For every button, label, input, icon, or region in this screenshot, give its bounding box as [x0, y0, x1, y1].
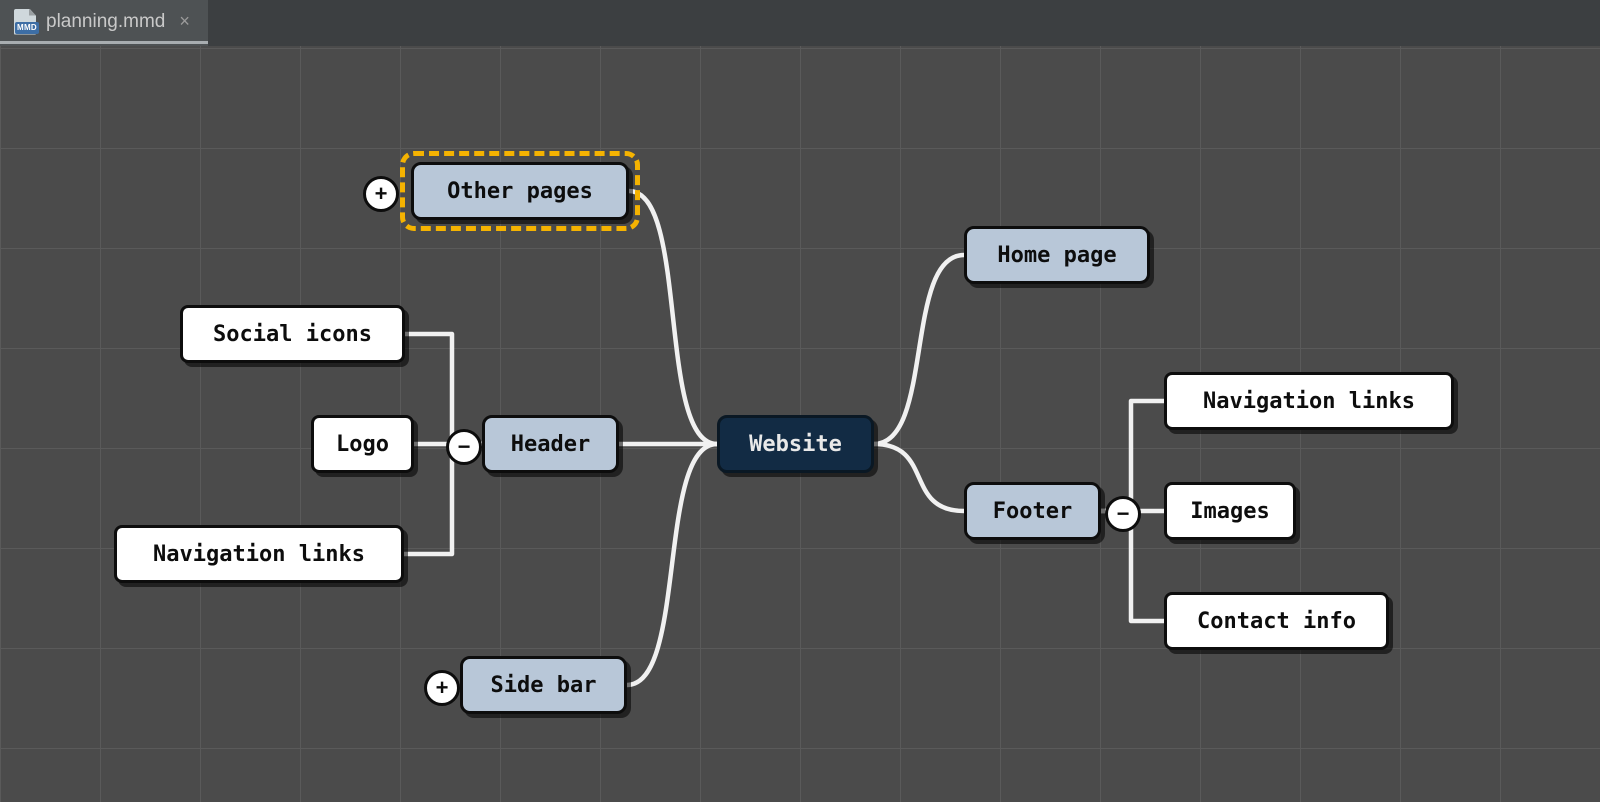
node-other-pages[interactable]: Other pages: [411, 162, 629, 220]
node-label: Footer: [993, 499, 1072, 524]
tab-bar: MMD planning.mmd ×: [0, 0, 1600, 46]
node-label: Header: [511, 432, 590, 457]
node-side-bar[interactable]: Side bar: [460, 656, 627, 714]
node-social-icons[interactable]: Social icons: [180, 305, 405, 363]
collapse-icon[interactable]: −: [1105, 496, 1141, 532]
collapse-icon[interactable]: −: [446, 429, 482, 465]
close-icon[interactable]: ×: [175, 11, 194, 32]
node-nav-links-l[interactable]: Navigation links: [114, 525, 404, 583]
node-label: Navigation links: [153, 542, 365, 567]
node-website[interactable]: Website: [717, 415, 874, 473]
node-label: Side bar: [491, 673, 597, 698]
node-contact-info[interactable]: Contact info: [1164, 592, 1389, 650]
node-label: Images: [1190, 499, 1269, 524]
node-label: Website: [749, 432, 842, 457]
node-nav-links-r[interactable]: Navigation links: [1164, 372, 1454, 430]
mindmap-canvas[interactable]: Website Other pages + Header − Side bar + Home …: [0, 46, 1600, 802]
node-label: Home page: [997, 243, 1116, 268]
mmd-file-icon: MMD: [14, 9, 36, 35]
node-label: Navigation links: [1203, 389, 1415, 414]
node-header[interactable]: Header: [482, 415, 619, 473]
expand-icon[interactable]: +: [363, 176, 399, 212]
node-label: Logo: [336, 432, 389, 457]
node-footer[interactable]: Footer: [964, 482, 1101, 540]
node-logo[interactable]: Logo: [311, 415, 414, 473]
node-label: Other pages: [447, 179, 593, 204]
node-images[interactable]: Images: [1164, 482, 1296, 540]
node-label: Contact info: [1197, 609, 1356, 634]
tab-planning[interactable]: MMD planning.mmd ×: [0, 0, 208, 46]
node-label: Social icons: [213, 322, 372, 347]
node-home-page[interactable]: Home page: [964, 226, 1150, 284]
expand-icon[interactable]: +: [424, 670, 460, 706]
tab-filename: planning.mmd: [46, 11, 165, 33]
